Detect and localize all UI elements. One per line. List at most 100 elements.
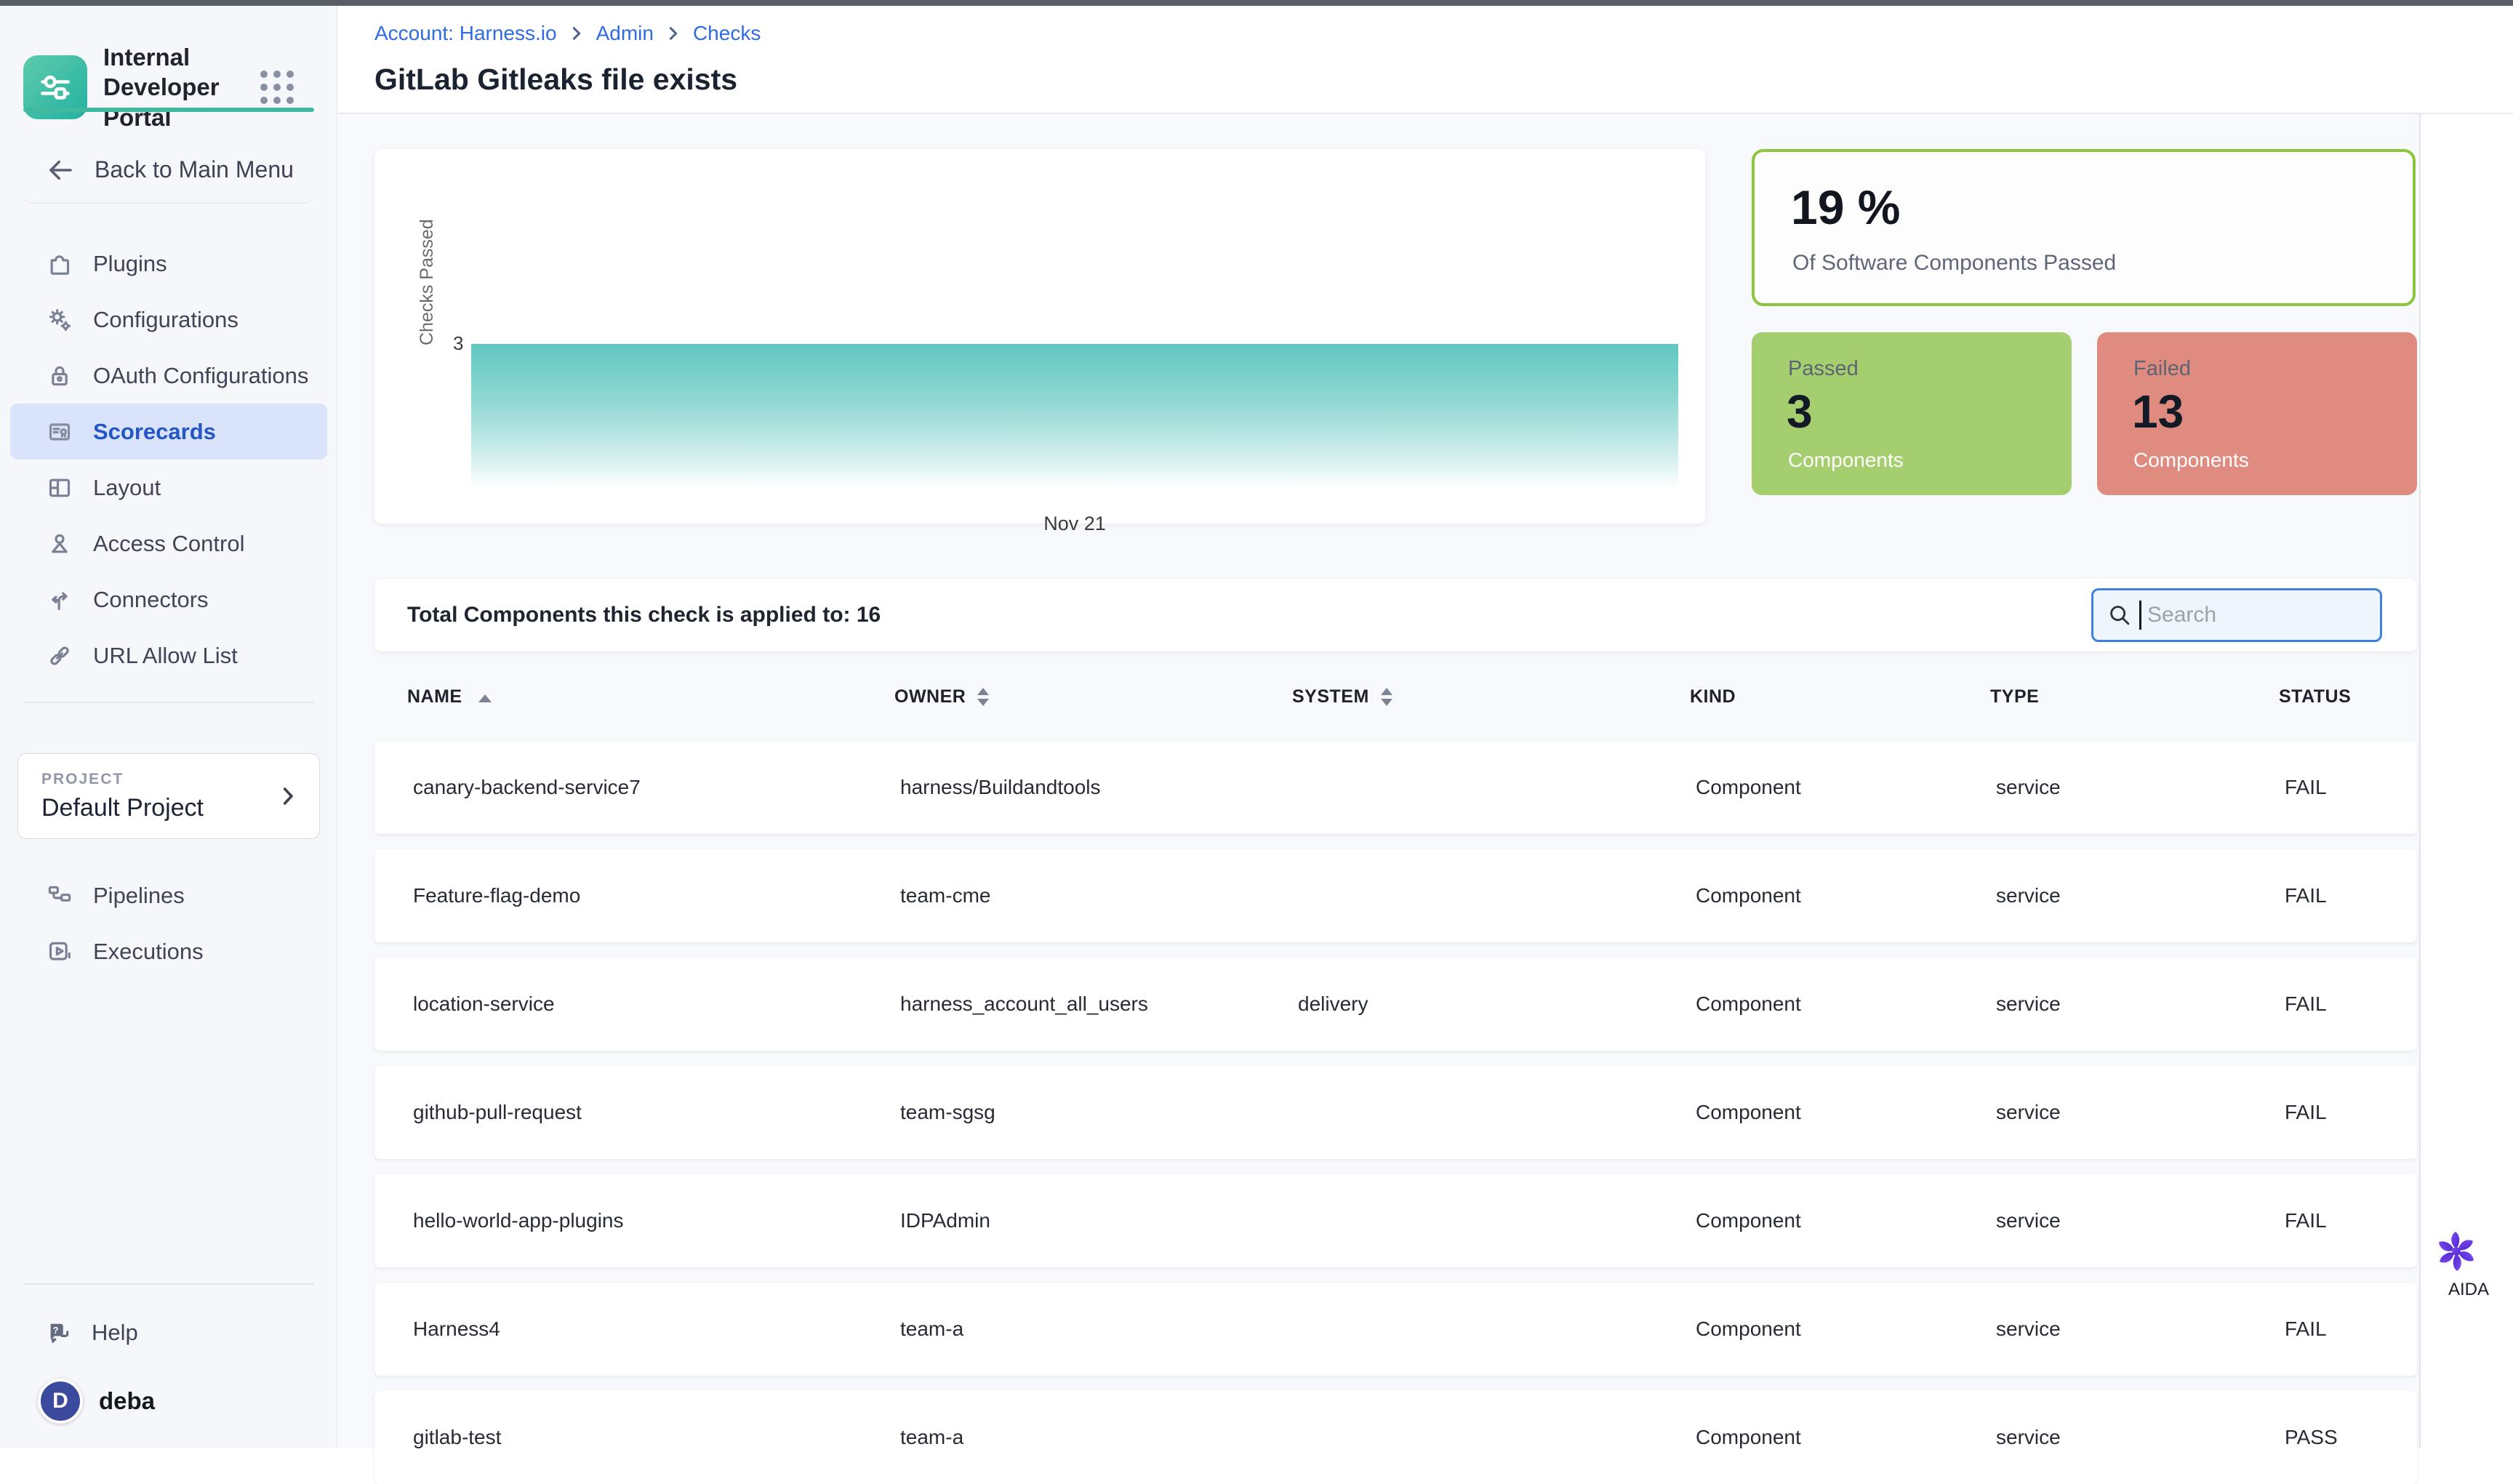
chevron-right-icon [276,784,300,809]
sidebar-item-label: Layout [93,475,161,501]
sidebar-item-configurations[interactable]: Configurations [0,292,337,348]
sidebar-item-access-control[interactable]: Access Control [0,516,337,571]
text-caret [2139,601,2141,630]
chart-y-axis-label: Checks Passed [417,219,438,345]
help-button[interactable]: ? Help [44,1307,320,1358]
cell-type: service [1996,1101,2285,1124]
cell-kind: Component [1696,1426,1996,1449]
table-body: canary-backend-service7 harness/Buildand… [374,741,2417,1484]
breadcrumb-admin-link[interactable]: Admin [596,22,654,45]
sidebar: Internal Developer Portal Back to Main M… [0,6,337,1448]
cell-type: service [1996,1209,2285,1232]
sort-both-icon [977,688,989,706]
sort-ascending-icon [478,686,492,707]
sidebar-item-label: Configurations [93,307,239,333]
app-title: Internal Developer Portal [103,42,256,132]
sidebar-item-url-allow-list[interactable]: URL Allow List [0,627,337,683]
checks-passed-chart: Checks Passed 3 Nov 21 [374,149,1705,524]
sidebar-item-plugins[interactable]: Plugins [0,236,337,292]
aida-button[interactable]: AIDA [2432,1227,2505,1300]
lock-icon [44,361,76,390]
table-row[interactable]: canary-backend-service7 harness/Buildand… [374,741,2417,834]
help-label: Help [92,1320,138,1346]
sidebar-item-label: Executions [93,939,204,965]
cell-status: FAIL [2285,1101,2417,1124]
components-summary-card: Total Components this check is applied t… [374,579,2417,651]
cell-status: FAIL [2285,992,2417,1016]
breadcrumb-account-link[interactable]: Account: Harness.io [374,22,557,45]
plugin-icon [44,249,76,278]
sidebar-item-executions[interactable]: Executions [0,923,337,979]
cell-name: hello-world-app-plugins [413,1209,900,1232]
cell-name: Harness4 [413,1317,900,1341]
executions-icon [44,937,76,966]
project-value: Default Project [41,794,276,822]
sidebar-item-label: URL Allow List [93,643,238,669]
scorecard-icon [44,417,76,446]
sidebar-divider [23,1283,314,1285]
cell-type: service [1996,992,2285,1016]
failed-card: Failed 13 Components [2097,332,2417,495]
person-icon [44,529,76,558]
sidebar-item-connectors[interactable]: Connectors [0,571,337,627]
cell-system: delivery [1298,992,1696,1016]
sidebar-item-oauth-configurations[interactable]: OAuth Configurations [0,348,337,404]
passed-value: 3 [1787,385,1813,438]
back-to-main-menu[interactable]: Back to Main Menu [23,137,314,204]
chevron-right-icon [667,25,680,42]
percent-passed-card: 19 % Of Software Components Passed [1752,149,2416,306]
sidebar-item-label: Pipelines [93,883,185,909]
cell-kind: Component [1696,1101,1996,1124]
table-row[interactable]: Feature-flag-demo team-cme Component ser… [374,849,2417,942]
column-header-type: TYPE [1990,686,2279,707]
help-chat-icon: ? [44,1317,74,1348]
sidebar-item-pipelines[interactable]: Pipelines [0,867,337,923]
table-row[interactable]: location-service harness_account_all_use… [374,958,2417,1051]
cell-status: PASS [2285,1426,2417,1449]
chevron-right-icon [570,25,583,42]
table-row[interactable]: gitlab-test team-a Component service PAS… [374,1391,2417,1484]
sidebar-accent-underline [23,108,314,112]
table-row[interactable]: hello-world-app-plugins IDPAdmin Compone… [374,1174,2417,1267]
column-header-name[interactable]: NAME [407,686,894,707]
cell-status: FAIL [2285,776,2417,799]
cell-owner: team-a [900,1426,1298,1449]
column-header-system[interactable]: SYSTEM [1292,686,1690,707]
main-area: Account: Harness.io Admin Checks GitLab … [338,6,2513,1448]
connectors-icon [44,585,76,614]
search-input[interactable] [2091,588,2382,642]
content-area: Checks Passed 3 Nov 21 19 % Of Software … [338,114,2419,1448]
avatar: D [38,1379,83,1424]
breadcrumb-checks-link[interactable]: Checks [693,22,761,45]
cell-owner: harness/Buildandtools [900,776,1298,799]
column-header-owner[interactable]: OWNER [894,686,1292,707]
project-selector[interactable]: PROJECT Default Project [17,753,320,839]
cell-kind: Component [1696,884,1996,907]
user-menu[interactable]: D deba [38,1379,155,1424]
cell-type: service [1996,884,2285,907]
cell-kind: Component [1696,1317,1996,1341]
failed-label: Failed [2133,357,2191,381]
passed-card: Passed 3 Components [1752,332,2072,495]
link-icon [44,641,76,670]
right-rail: AIDA [2419,114,2513,1448]
search-box [2091,588,2382,642]
table-row[interactable]: github-pull-request team-sgsg Component … [374,1066,2417,1159]
components-summary-text: Total Components this check is applied t… [407,603,2091,627]
table-row[interactable]: Harness4 team-a Component service FAIL [374,1283,2417,1376]
app-switcher-grid-icon[interactable] [260,71,294,104]
search-icon [2106,601,2133,629]
passed-caption: Components [1788,449,1904,472]
cell-owner: team-cme [900,884,1298,907]
failed-caption: Components [2133,449,2249,472]
sidebar-item-layout[interactable]: Layout [0,460,337,516]
cell-name: Feature-flag-demo [413,884,900,907]
cell-status: FAIL [2285,1317,2417,1341]
column-header-status: STATUS [2279,686,2417,707]
sidebar-item-scorecards[interactable]: Scorecards [10,404,327,460]
page-title: GitLab Gitleaks file exists [374,63,737,97]
cell-owner: team-sgsg [900,1101,1298,1124]
sidebar-item-label: Scorecards [93,419,216,445]
sidebar-project-nav: Pipelines Executions [0,867,337,979]
sidebar-item-label: Access Control [93,531,244,557]
